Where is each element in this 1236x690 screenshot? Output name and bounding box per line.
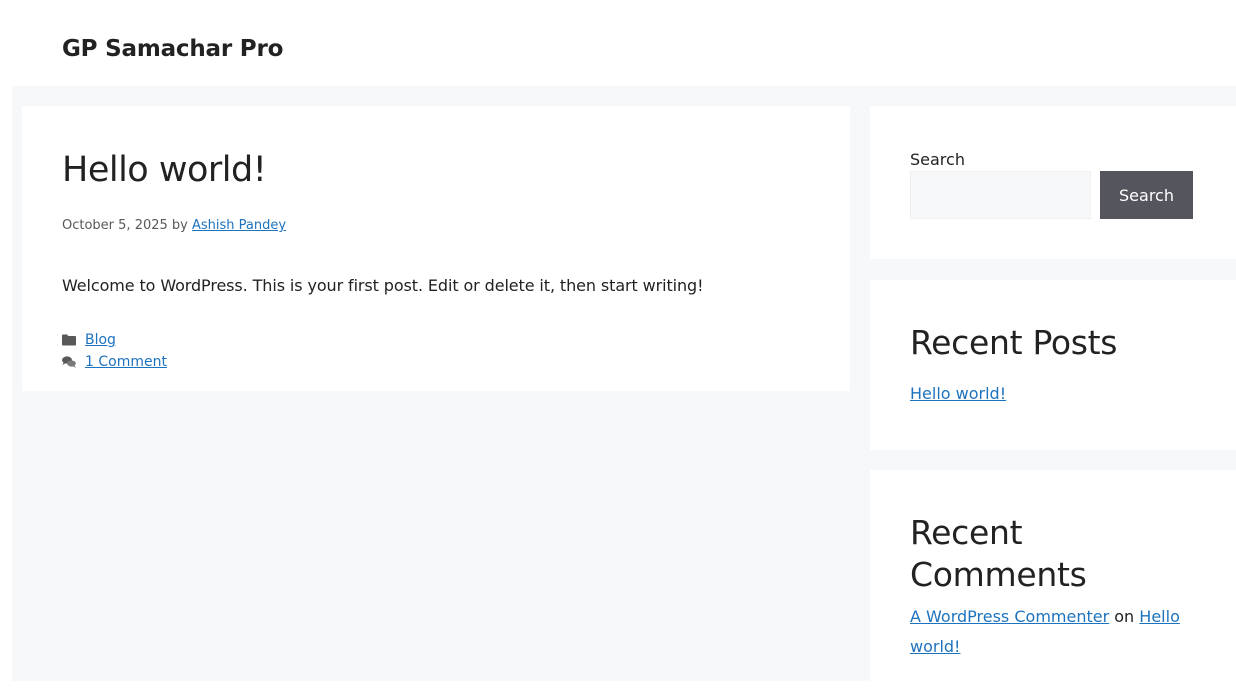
post-footer: Blog 1 Comment	[62, 329, 167, 373]
search-label: Search	[910, 150, 965, 169]
comments-link[interactable]: 1 Comment	[85, 351, 167, 373]
comments-row: 1 Comment	[62, 351, 167, 373]
comments-icon	[62, 356, 76, 368]
search-widget: Search Search	[870, 106, 1236, 259]
recent-posts-widget: Recent Posts Hello world!	[870, 280, 1236, 450]
folder-icon	[62, 334, 76, 346]
search-input[interactable]	[910, 171, 1091, 219]
category-link[interactable]: Blog	[85, 329, 116, 351]
post-content: Welcome to WordPress. This is your first…	[62, 276, 704, 295]
recent-posts-title: Recent Posts	[910, 323, 1118, 362]
comment-on-label: on	[1114, 607, 1135, 626]
site-header: GP Samachar Pro	[0, 0, 1236, 86]
post-card: Hello world! October 5, 2025 by Ashish P…	[22, 106, 850, 391]
post-meta: October 5, 2025 by Ashish Pandey	[62, 218, 286, 233]
recent-comment-item: A WordPress Commenter on Hello world!	[910, 602, 1190, 662]
recent-post-link[interactable]: Hello world!	[910, 384, 1006, 403]
post-author-link[interactable]: Ashish Pandey	[192, 218, 286, 233]
recent-comments-title: Recent Comments	[910, 513, 1087, 594]
site-title[interactable]: GP Samachar Pro	[62, 36, 283, 62]
site-content: Hello world! October 5, 2025 by Ashish P…	[12, 86, 1236, 690]
post-title[interactable]: Hello world!	[62, 150, 267, 190]
search-button[interactable]: Search	[1100, 171, 1193, 219]
comment-author-link[interactable]: A WordPress Commenter	[910, 607, 1109, 626]
post-date: October 5, 2025	[62, 218, 168, 233]
recent-comments-widget: Recent Comments A WordPress Commenter on…	[870, 470, 1236, 690]
post-by-label: by	[171, 218, 188, 233]
category-row: Blog	[62, 329, 167, 351]
